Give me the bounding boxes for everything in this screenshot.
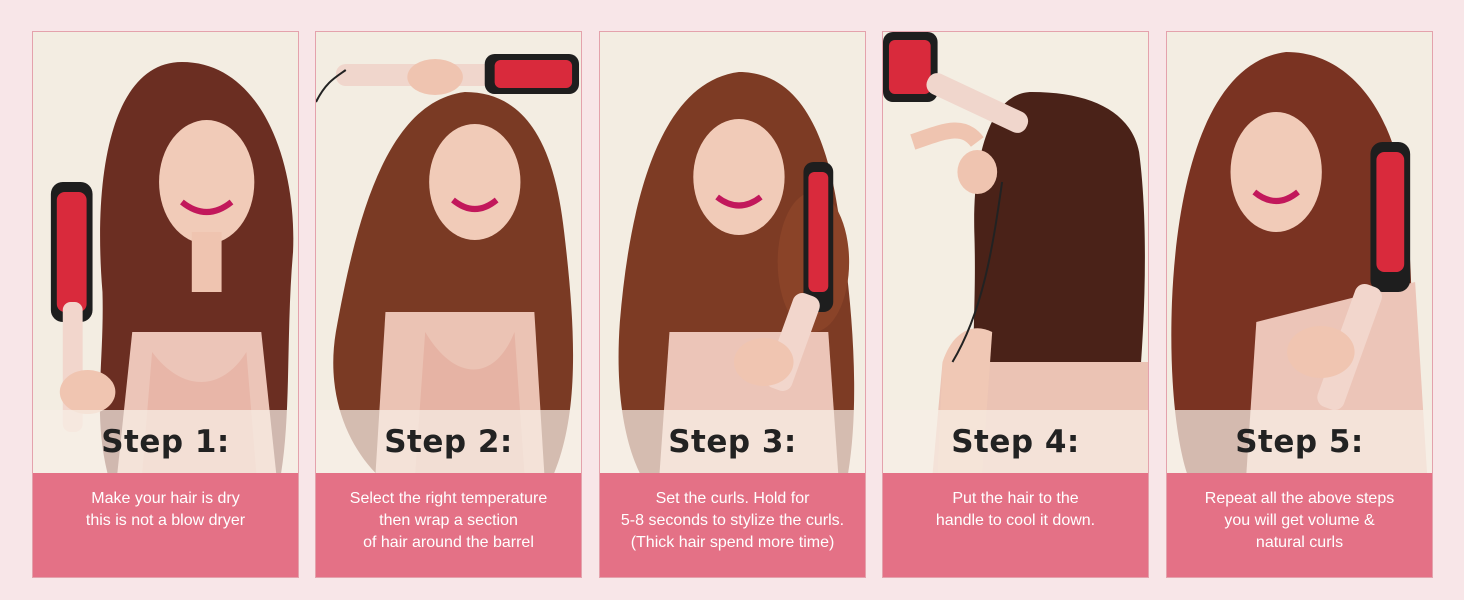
step-3-line-1: Set the curls. Hold for <box>655 490 810 507</box>
step-4-line-2: handle to cool it down. <box>935 512 1096 529</box>
step-panel-4: Step 4: Put the hair to the handle to co… <box>882 31 1149 578</box>
step-2-description: Select the right temperature then wrap a… <box>316 473 581 577</box>
step-1-title-band: Step 1: <box>33 410 298 473</box>
step-1-title: Step 1: <box>101 423 230 460</box>
step-1-photo <box>33 32 298 473</box>
step-3-line-2: 5-8 seconds to stylize the curls. <box>620 512 845 529</box>
steps-strip: Step 1: Make your hair is dry this is no… <box>0 0 1464 600</box>
step-3-title: Step 3: <box>668 423 797 460</box>
step-panel-5: Step 5: Repeat all the above steps you w… <box>1166 31 1433 578</box>
step-2-line-3: of hair around the barrel <box>363 534 534 551</box>
step-3-title-band: Step 3: <box>600 410 865 473</box>
step-5-title-band: Step 5: <box>1167 410 1432 473</box>
step-1-line-2: this is not a blow dryer <box>85 512 246 529</box>
step-3-line-3: (Thick hair spend more time) <box>630 534 835 551</box>
step-panel-1: Step 1: Make your hair is dry this is no… <box>32 31 299 578</box>
step-2-line-1: Select the right temperature <box>349 490 548 507</box>
step-4-title-band: Step 4: <box>883 410 1148 473</box>
step-1-line-1: Make your hair is dry <box>91 490 240 507</box>
step-3-description: Set the curls. Hold for 5-8 seconds to s… <box>600 473 865 577</box>
step-1-description: Make your hair is dry this is not a blow… <box>33 473 298 577</box>
step-5-description: Repeat all the above steps you will get … <box>1167 473 1432 577</box>
step-4-photo <box>883 32 1148 473</box>
step-2-title: Step 2: <box>384 423 513 460</box>
step-4-title: Step 4: <box>951 423 1080 460</box>
step-4-description: Put the hair to the handle to cool it do… <box>883 473 1148 577</box>
step-2-line-2: then wrap a section <box>379 512 518 529</box>
step-3-photo <box>600 32 865 473</box>
step-panel-2: Step 2: Select the right temperature the… <box>315 31 582 578</box>
step-2-title-band: Step 2: <box>316 410 581 473</box>
step-5-line-2: you will get volume & <box>1224 512 1375 529</box>
step-panel-3: Step 3: Set the curls. Hold for 5-8 seco… <box>599 31 866 578</box>
step-2-photo <box>316 32 581 473</box>
step-5-line-1: Repeat all the above steps <box>1204 490 1395 507</box>
step-5-title: Step 5: <box>1235 423 1364 460</box>
step-5-photo <box>1167 32 1432 473</box>
step-4-line-1: Put the hair to the <box>952 490 1079 507</box>
step-5-line-3: natural curls <box>1255 534 1344 551</box>
